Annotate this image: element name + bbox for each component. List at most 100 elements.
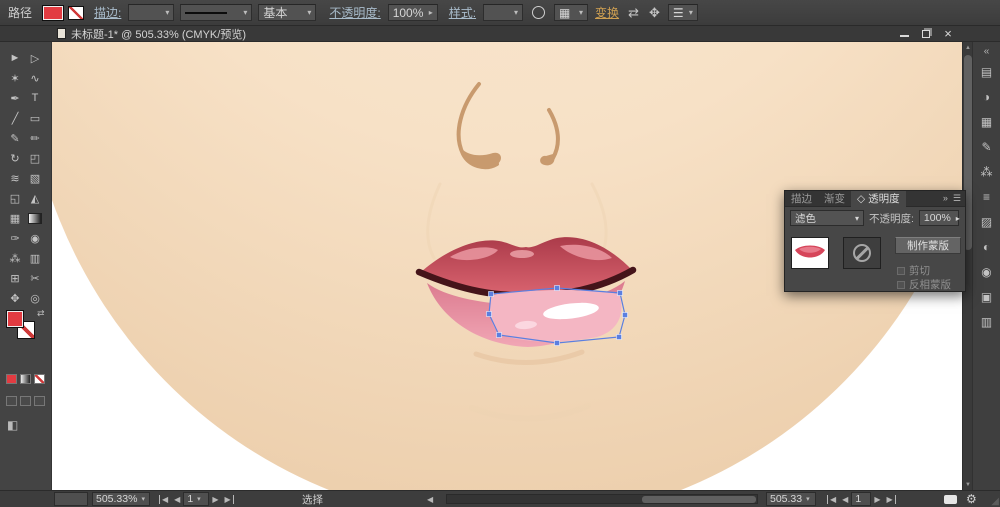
color-mode-button[interactable] bbox=[6, 374, 17, 384]
zoom-dropdown[interactable]: 505.33%▾ bbox=[92, 492, 150, 506]
panel-tabs: 描边 渐变 ◇透明度 » ☰ bbox=[785, 191, 965, 207]
tab-transparency[interactable]: ◇透明度 bbox=[851, 191, 906, 207]
draw-behind-button[interactable] bbox=[20, 396, 31, 406]
last-artboard-icon[interactable]: ▶ bbox=[883, 495, 895, 504]
swatches-panel-icon[interactable]: ▦ bbox=[978, 113, 996, 131]
resize-grip-icon[interactable]: ◢ bbox=[991, 496, 999, 507]
first-artboard-icon[interactable]: ◀ bbox=[827, 495, 839, 504]
fill-swatch[interactable] bbox=[6, 310, 24, 328]
make-mask-button[interactable]: 制作蒙版 bbox=[895, 237, 961, 254]
selection-type-label: 路径 bbox=[8, 4, 32, 21]
stroke-weight-dropdown[interactable]: ▾ bbox=[128, 4, 174, 21]
appearance-panel-icon[interactable]: ◉ bbox=[978, 263, 996, 281]
settings-button[interactable]: ⚙ bbox=[966, 492, 977, 506]
artboard-number-dropdown[interactable]: 1▾ bbox=[183, 492, 209, 506]
type-tool[interactable]: T bbox=[25, 88, 45, 108]
slice-tool[interactable]: ✂ bbox=[25, 268, 45, 288]
color-guide-panel-icon[interactable]: ◑ bbox=[978, 88, 996, 106]
close-button[interactable]: × bbox=[940, 28, 956, 40]
line-segment-tool[interactable]: ╱ bbox=[5, 108, 25, 128]
swap-fill-stroke-icon[interactable]: ⇄ bbox=[37, 308, 45, 319]
tab-gradient[interactable]: 渐变 bbox=[818, 191, 851, 207]
none-mode-button[interactable] bbox=[34, 374, 45, 384]
invert-mask-checkbox[interactable] bbox=[897, 281, 905, 289]
align-icon[interactable]: ✥ bbox=[649, 5, 660, 21]
width-tool[interactable]: ≋ bbox=[5, 168, 25, 188]
clip-checkbox[interactable] bbox=[897, 267, 905, 275]
expand-panel-icon[interactable]: » bbox=[943, 193, 948, 204]
rectangle-tool[interactable]: ▭ bbox=[25, 108, 45, 128]
pen-tool[interactable]: ✒ bbox=[5, 88, 25, 108]
layers-panel-icon[interactable]: ▥ bbox=[978, 313, 996, 331]
blend-tool[interactable]: ◉ bbox=[25, 228, 45, 248]
fill-color-swatch[interactable] bbox=[42, 5, 64, 21]
blend-mode-dropdown[interactable]: 滤色▾ bbox=[790, 210, 864, 226]
next-artboard-icon[interactable]: ▶ bbox=[209, 495, 221, 504]
gradient-panel-icon[interactable]: ▨ bbox=[978, 213, 996, 231]
perspective-grid-tool[interactable]: ◭ bbox=[25, 188, 45, 208]
fill-stroke-control: ⇄ bbox=[0, 310, 52, 350]
column-graph-tool[interactable]: ▥ bbox=[25, 248, 45, 268]
panel-opacity-dropdown[interactable]: 100%▸ bbox=[919, 210, 959, 226]
lasso-tool[interactable]: ∿ bbox=[25, 68, 45, 88]
style-dropdown[interactable]: ▾ bbox=[483, 4, 523, 21]
opacity-link[interactable]: 不透明度: bbox=[329, 4, 380, 21]
selection-tool[interactable]: ► bbox=[5, 48, 25, 68]
panel-menu-icon[interactable]: ☰ bbox=[953, 193, 961, 204]
next-artboard-icon[interactable]: ▶ bbox=[871, 495, 883, 504]
horizontal-scrollbar[interactable] bbox=[446, 494, 758, 504]
screen-mode-button[interactable]: ◧ bbox=[7, 418, 18, 432]
variable-width-dropdown[interactable]: ▾ bbox=[180, 4, 252, 21]
shuffle-icon[interactable]: ⇄ bbox=[628, 5, 639, 21]
zoom-tool[interactable]: ◎ bbox=[25, 288, 45, 308]
draw-normal-button[interactable] bbox=[6, 396, 17, 406]
draw-inside-button[interactable] bbox=[34, 396, 45, 406]
pencil-tool[interactable]: ✏ bbox=[25, 128, 45, 148]
eyedropper-tool[interactable]: ✑ bbox=[5, 228, 25, 248]
transform-link[interactable]: 变换 bbox=[595, 4, 619, 21]
restore-button[interactable] bbox=[918, 28, 934, 40]
prev-artboard-icon[interactable]: ◀ bbox=[839, 495, 851, 504]
direct-selection-tool[interactable]: ▷ bbox=[25, 48, 45, 68]
artboard-tool[interactable]: ⊞ bbox=[5, 268, 25, 288]
free-transform-tool[interactable]: ▧ bbox=[25, 168, 45, 188]
minimize-button[interactable] bbox=[896, 28, 912, 40]
style-link[interactable]: 样式: bbox=[449, 4, 476, 21]
paintbrush-tool[interactable]: ✎ bbox=[5, 128, 25, 148]
dock-expand-icon[interactable]: « bbox=[984, 46, 990, 57]
shape-builder-tool[interactable]: ◱ bbox=[5, 188, 25, 208]
stroke-link[interactable]: 描边: bbox=[94, 4, 121, 21]
prev-artboard-icon[interactable]: ◀ bbox=[171, 495, 183, 504]
scroll-left-icon[interactable]: ◀ bbox=[424, 492, 436, 506]
more-options-dropdown[interactable]: ☰▾ bbox=[668, 4, 698, 21]
color-panel-icon[interactable]: ▤ bbox=[978, 63, 996, 81]
last-artboard-icon[interactable]: ▶ bbox=[221, 495, 233, 504]
graphic-styles-panel-icon[interactable]: ▣ bbox=[978, 288, 996, 306]
first-artboard-icon[interactable]: ◀ bbox=[159, 495, 171, 504]
gradient-mode-button[interactable] bbox=[20, 374, 31, 384]
opacity-dropdown[interactable]: 100%▸ bbox=[388, 4, 438, 21]
zoom-dropdown-right[interactable]: 505.33▾ bbox=[766, 492, 816, 506]
recolor-artwork-icon[interactable] bbox=[532, 6, 545, 19]
menu-icon: ☰ bbox=[673, 6, 684, 20]
horizontal-scroll-thumb[interactable] bbox=[642, 496, 756, 503]
gradient-tool[interactable]: ▨ bbox=[28, 213, 42, 224]
stroke-panel-icon[interactable]: ≡ bbox=[978, 188, 996, 206]
object-thumbnail[interactable] bbox=[791, 237, 829, 269]
scale-tool[interactable]: ◰ bbox=[25, 148, 45, 168]
feedback-button[interactable] bbox=[944, 492, 957, 506]
align-options-dropdown[interactable]: ▦▾ bbox=[554, 4, 588, 21]
mesh-tool[interactable]: ▦ bbox=[5, 208, 25, 228]
stroke-color-swatch[interactable] bbox=[68, 6, 84, 20]
hand-tool[interactable]: ✥ bbox=[5, 288, 25, 308]
symbols-panel-icon[interactable]: ⁂ bbox=[978, 163, 996, 181]
rotate-tool[interactable]: ↻ bbox=[5, 148, 25, 168]
mask-thumbnail[interactable] bbox=[843, 237, 881, 269]
magic-wand-tool[interactable]: ✶ bbox=[5, 68, 25, 88]
transparency-panel-icon[interactable]: ◐ bbox=[978, 238, 996, 256]
brush-definition-dropdown[interactable]: 基本▾ bbox=[258, 4, 316, 21]
artboard-number-right[interactable]: 1 bbox=[851, 492, 871, 506]
symbol-sprayer-tool[interactable]: ⁂ bbox=[5, 248, 25, 268]
brushes-panel-icon[interactable]: ✎ bbox=[978, 138, 996, 156]
tab-stroke[interactable]: 描边 bbox=[785, 191, 818, 207]
